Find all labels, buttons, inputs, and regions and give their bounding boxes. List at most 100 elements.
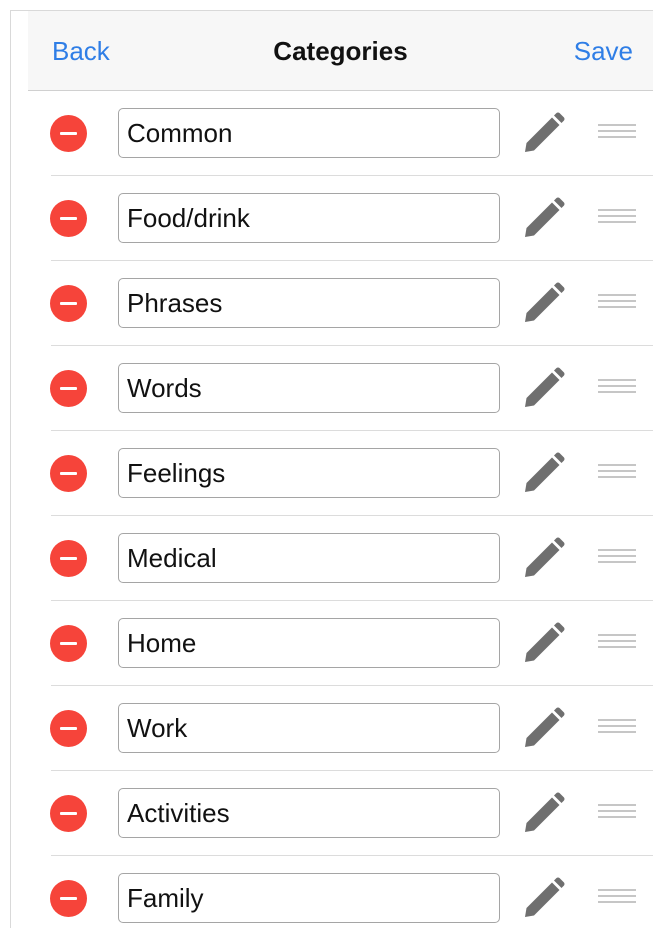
drag-handle-bar	[598, 391, 636, 393]
category-row-7	[28, 601, 653, 686]
drag-handle-bar	[598, 816, 636, 818]
drag-handle-bar	[598, 124, 636, 126]
drag-handle-icon[interactable]	[598, 294, 636, 312]
drag-handle-bar	[598, 901, 636, 903]
minus-icon	[60, 727, 77, 730]
minus-icon	[60, 472, 77, 475]
drag-handle-bar	[598, 895, 636, 897]
category-row-8	[28, 686, 653, 771]
drag-handle-icon[interactable]	[598, 549, 636, 567]
minus-icon	[60, 642, 77, 645]
drag-handle-icon[interactable]	[598, 804, 636, 822]
minus-icon	[60, 217, 77, 220]
minus-icon	[60, 897, 77, 900]
drag-handle-bar	[598, 634, 636, 636]
category-name-input[interactable]	[118, 278, 500, 328]
delete-icon[interactable]	[50, 625, 87, 662]
category-name-input[interactable]	[118, 703, 500, 753]
pencil-icon[interactable]	[521, 367, 565, 411]
drag-handle-bar	[598, 130, 636, 132]
pencil-icon-graphic	[525, 282, 565, 322]
pencil-icon[interactable]	[521, 707, 565, 751]
category-row-1	[28, 91, 653, 176]
drag-handle-icon[interactable]	[598, 464, 636, 482]
drag-handle-icon[interactable]	[598, 889, 636, 907]
pencil-icon-graphic	[525, 622, 565, 662]
drag-handle-bar	[598, 470, 636, 472]
pencil-icon[interactable]	[521, 622, 565, 666]
drag-handle-icon[interactable]	[598, 719, 636, 737]
drag-handle-bar	[598, 640, 636, 642]
drag-handle-bar	[598, 379, 636, 381]
drag-handle-bar	[598, 385, 636, 387]
category-row-2	[28, 176, 653, 261]
drag-handle-bar	[598, 464, 636, 466]
navigation-bar: Back Categories Save	[28, 11, 653, 91]
drag-handle-icon[interactable]	[598, 124, 636, 142]
category-row-10	[28, 856, 653, 928]
category-name-input[interactable]	[118, 873, 500, 923]
category-row-3	[28, 261, 653, 346]
drag-handle-bar	[598, 209, 636, 211]
minus-icon	[60, 812, 77, 815]
delete-icon[interactable]	[50, 200, 87, 237]
category-name-input[interactable]	[118, 788, 500, 838]
category-row-9	[28, 771, 653, 856]
pencil-icon-graphic	[525, 537, 565, 577]
drag-handle-bar	[598, 300, 636, 302]
drag-handle-icon[interactable]	[598, 634, 636, 652]
delete-icon[interactable]	[50, 285, 87, 322]
drag-handle-bar	[598, 731, 636, 733]
pencil-icon[interactable]	[521, 112, 565, 156]
delete-icon[interactable]	[50, 795, 87, 832]
pencil-icon-graphic	[525, 452, 565, 492]
drag-handle-bar	[598, 561, 636, 563]
drag-handle-bar	[598, 549, 636, 551]
categories-screen: Back Categories Save	[0, 0, 653, 928]
drag-handle-icon[interactable]	[598, 379, 636, 397]
save-button[interactable]: Save	[574, 35, 633, 67]
delete-icon[interactable]	[50, 880, 87, 917]
delete-icon[interactable]	[50, 455, 87, 492]
pencil-icon-graphic	[525, 112, 565, 152]
drag-handle-bar	[598, 804, 636, 806]
category-row-6	[28, 516, 653, 601]
drag-handle-icon[interactable]	[598, 209, 636, 227]
drag-handle-bar	[598, 136, 636, 138]
pencil-icon[interactable]	[521, 792, 565, 836]
pencil-icon[interactable]	[521, 452, 565, 496]
drag-handle-bar	[598, 215, 636, 217]
category-name-input[interactable]	[118, 448, 500, 498]
category-row-5	[28, 431, 653, 516]
window-border-left	[10, 10, 11, 928]
drag-handle-bar	[598, 555, 636, 557]
pencil-icon-graphic	[525, 877, 565, 917]
pencil-icon-graphic	[525, 707, 565, 747]
category-name-input[interactable]	[118, 193, 500, 243]
pencil-icon-graphic	[525, 792, 565, 832]
category-name-input[interactable]	[118, 618, 500, 668]
drag-handle-bar	[598, 221, 636, 223]
minus-icon	[60, 387, 77, 390]
delete-icon[interactable]	[50, 115, 87, 152]
delete-icon[interactable]	[50, 370, 87, 407]
page-title: Categories	[273, 36, 408, 66]
pencil-icon[interactable]	[521, 537, 565, 581]
drag-handle-bar	[598, 294, 636, 296]
pencil-icon-graphic	[525, 367, 565, 407]
minus-icon	[60, 132, 77, 135]
minus-icon	[60, 302, 77, 305]
delete-icon[interactable]	[50, 540, 87, 577]
drag-handle-bar	[598, 810, 636, 812]
delete-icon[interactable]	[50, 710, 87, 747]
pencil-icon[interactable]	[521, 197, 565, 241]
pencil-icon[interactable]	[521, 877, 565, 921]
pencil-icon[interactable]	[521, 282, 565, 326]
category-name-input[interactable]	[118, 533, 500, 583]
category-name-input[interactable]	[118, 108, 500, 158]
category-list	[28, 91, 653, 928]
drag-handle-bar	[598, 719, 636, 721]
category-name-input[interactable]	[118, 363, 500, 413]
drag-handle-bar	[598, 889, 636, 891]
drag-handle-bar	[598, 306, 636, 308]
